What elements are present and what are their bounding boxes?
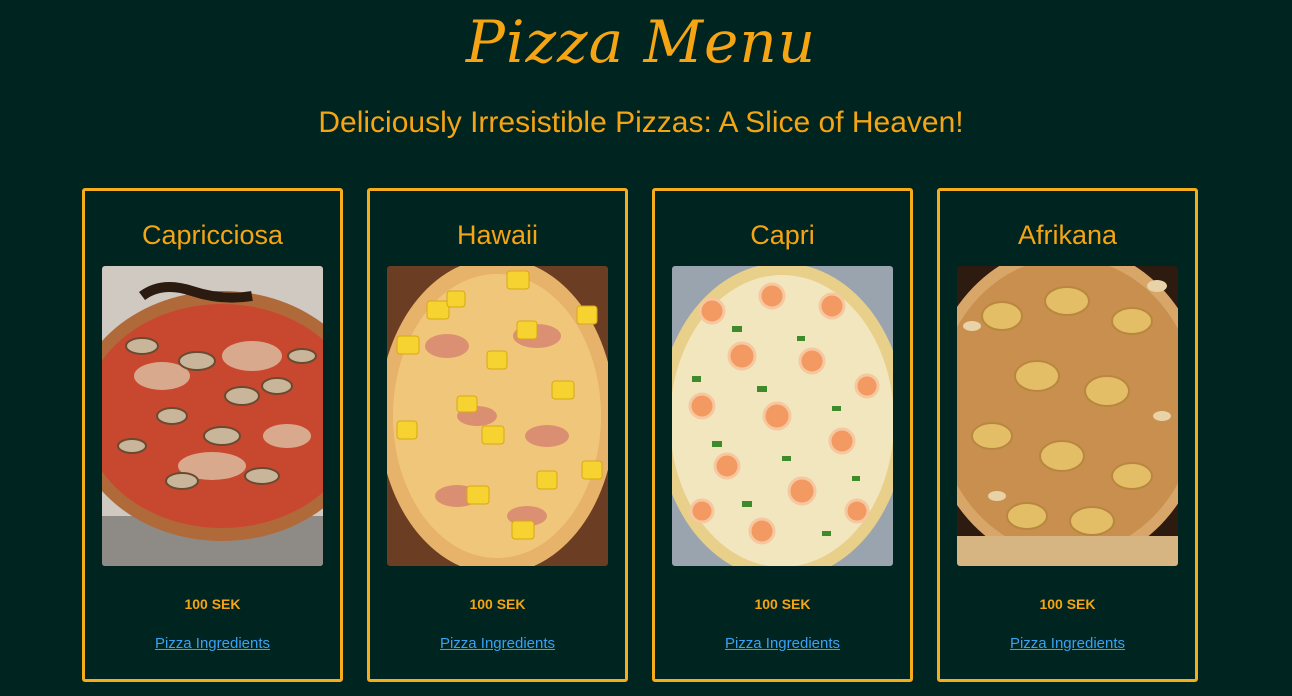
page-title: Pizza Menu	[465, 8, 817, 76]
pizza-ingredients-link[interactable]: Pizza Ingredients	[655, 634, 910, 654]
capricciosa-pizza-image	[102, 266, 323, 566]
afrikana-pizza-image	[957, 266, 1178, 566]
pizza-card-capricciosa: Capricciosa 100 SEK Pizza Ingredients	[82, 188, 343, 682]
pizza-card-capri: Capri 100 SEK Pizza Ingredients	[652, 188, 913, 682]
capri-pizza-image	[672, 266, 893, 566]
pizza-card-grid: Capricciosa 100 SEK Pizza Ingredients Ha…	[82, 188, 1202, 684]
pizza-ingredients-link[interactable]: Pizza Ingredients	[940, 634, 1195, 654]
page-tagline: Deliciously Irresistible Pizzas: A Slice…	[318, 106, 964, 139]
pizza-name: Capricciosa	[141, 220, 284, 250]
hawaii-pizza-image	[387, 266, 608, 566]
pizza-price: 100 SEK	[1039, 596, 1096, 612]
pizza-card-afrikana: Afrikana 100 SEK Pizza Ingredients	[937, 188, 1198, 682]
pizza-price: 100 SEK	[469, 596, 526, 612]
page: Pizza Menu Deliciously Irresistible Pizz…	[0, 0, 1292, 696]
pizza-ingredients-link[interactable]: Pizza Ingredients	[85, 634, 340, 654]
pizza-price: 100 SEK	[754, 596, 811, 612]
pizza-name: Capri	[750, 220, 815, 250]
pizza-card-hawaii: Hawaii 100 SEK Pizza Ingredients	[367, 188, 628, 682]
pizza-name: Hawaii	[456, 220, 539, 250]
pizza-price: 100 SEK	[184, 596, 241, 612]
pizza-name: Afrikana	[1017, 220, 1118, 250]
pizza-ingredients-link[interactable]: Pizza Ingredients	[370, 634, 625, 654]
